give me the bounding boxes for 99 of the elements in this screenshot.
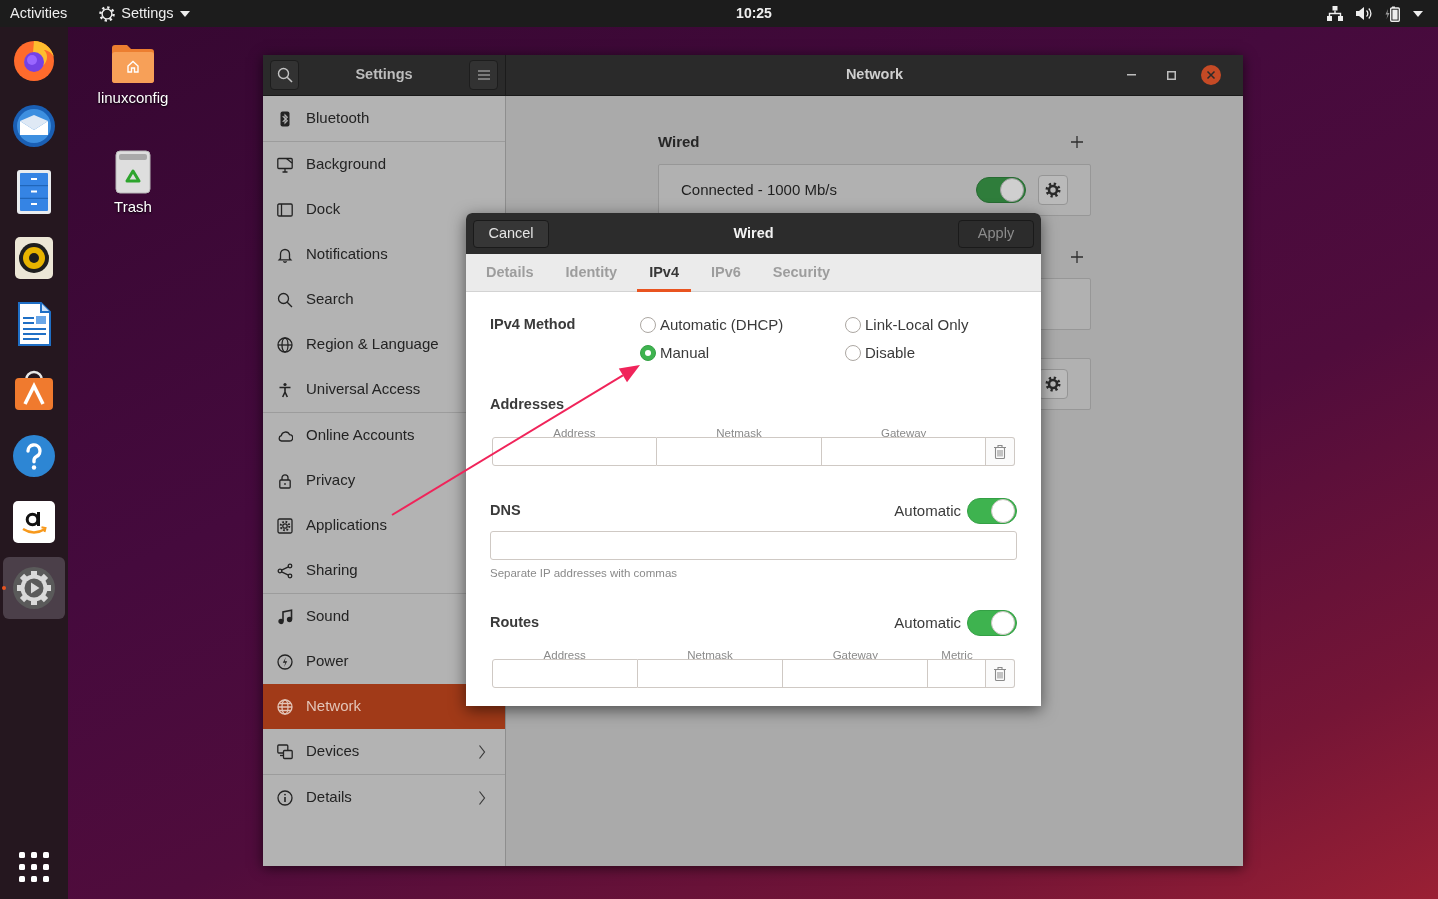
trash-icon [993, 665, 1007, 682]
sidebar-item[interactable]: Network [263, 684, 505, 729]
radio-button[interactable] [845, 317, 861, 333]
trash-bin-icon [115, 150, 151, 194]
window-title: Network [845, 65, 904, 85]
bluetooth-icon [277, 110, 293, 127]
caret-down-icon [1413, 10, 1423, 17]
gear-icon [1045, 376, 1061, 392]
section-heading: Addresses [490, 395, 566, 414]
menu-icon [477, 70, 490, 80]
switch-label: Automatic [894, 500, 961, 521]
network-icon [1327, 6, 1343, 21]
share-icon [277, 562, 293, 579]
plus-icon [1071, 136, 1083, 148]
menu-button[interactable] [469, 60, 498, 90]
column-header: Metric [941, 649, 973, 661]
caret-down-icon [179, 10, 190, 17]
input-field[interactable] [783, 659, 928, 688]
dialog-title: Wired [733, 223, 774, 243]
gear-icon [1045, 182, 1061, 198]
radio-button[interactable] [845, 345, 861, 361]
info-icon [277, 789, 293, 806]
maximize-icon [1166, 70, 1176, 80]
trash-icon [993, 443, 1007, 460]
toggle-switch[interactable] [967, 498, 1017, 524]
input-field[interactable] [657, 437, 822, 466]
connection-status: Connected - 1000 Mb/s [681, 179, 837, 200]
music-note-icon [277, 608, 293, 625]
sidebar-item[interactable]: Details [263, 775, 505, 820]
column-header: Gateway [832, 649, 878, 661]
radio-button[interactable] [640, 345, 656, 361]
help-icon [11, 433, 57, 479]
cancel-button[interactable]: Cancel [473, 219, 549, 248]
sidebar-item[interactable]: Power [263, 639, 505, 684]
folder-icon [110, 42, 156, 84]
dock-launcher[interactable] [3, 557, 65, 619]
toggle-switch[interactable] [976, 177, 1026, 203]
desktop-shortcut[interactable]: Trash [85, 150, 181, 219]
app-grid-icon[interactable] [19, 852, 49, 882]
sidebar-title: Settings [354, 65, 414, 85]
activities-button[interactable]: Activities [10, 2, 68, 25]
column-header: Netmask [687, 649, 733, 661]
search-icon [276, 67, 293, 83]
sidebar-item[interactable]: Privacy [263, 458, 505, 503]
bell-icon [277, 246, 293, 263]
radio-button[interactable] [640, 317, 656, 333]
lock-icon [277, 472, 293, 489]
hint-text: Separate IP addresses with commas [490, 566, 679, 580]
tab[interactable]: IPv4 [637, 254, 691, 292]
clock[interactable]: 10:25 [736, 3, 772, 24]
switch-label: Automatic [894, 612, 961, 633]
radio-label[interactable]: Link-Local Only [865, 313, 969, 337]
power-icon [277, 653, 293, 670]
column-header: Address [543, 649, 586, 661]
search-icon [277, 291, 293, 308]
toggle-switch[interactable] [967, 610, 1017, 636]
screens-icon [277, 743, 293, 760]
input-field[interactable] [490, 531, 1017, 560]
gear-icon [99, 5, 116, 22]
input-field[interactable] [492, 437, 658, 466]
sidebar-item[interactable]: Devices [263, 729, 505, 774]
sidebar-item[interactable]: Background [263, 142, 505, 187]
delete-button[interactable] [986, 659, 1015, 688]
gear-square-icon [277, 517, 293, 534]
desktop-shortcut[interactable]: linuxconfig [85, 42, 181, 110]
radio-label[interactable]: Automatic (DHCP) [660, 313, 784, 337]
input-field[interactable] [821, 437, 986, 466]
app-menu-button[interactable]: Settings [99, 2, 190, 25]
globe-icon [277, 698, 293, 715]
sidebar-item[interactable]: Online Accounts [263, 413, 505, 458]
monitor-icon [277, 156, 293, 173]
sidebar-item[interactable]: Bluetooth [263, 96, 505, 141]
volume-icon [1356, 6, 1372, 21]
shop-icon [11, 499, 57, 545]
settings-icon [11, 565, 57, 611]
input-field[interactable] [928, 659, 986, 688]
settings-button[interactable] [1038, 175, 1068, 205]
column-header: Address [553, 427, 596, 439]
minimize-icon [1126, 74, 1136, 76]
search-button[interactable] [270, 60, 299, 90]
person-icon [277, 381, 293, 398]
mail-icon [11, 103, 57, 149]
battery-icon [1385, 5, 1400, 22]
column-header: Gateway [881, 427, 927, 439]
column-header: Netmask [716, 427, 762, 439]
section-heading: Wired [658, 131, 700, 152]
input-field[interactable] [638, 659, 783, 688]
method-label: IPv4 Method [490, 315, 577, 334]
plus-icon [1071, 251, 1083, 263]
radio-label[interactable]: Disable [865, 341, 916, 365]
close-icon [1201, 65, 1221, 85]
system-menu-button[interactable] [1327, 5, 1423, 22]
radio-label[interactable]: Manual [660, 341, 710, 365]
input-field[interactable] [492, 659, 638, 688]
delete-button[interactable] [986, 437, 1015, 466]
section-heading: Routes [490, 613, 540, 633]
globe-icon [277, 336, 293, 353]
panel-layout-icon [277, 201, 293, 218]
section-heading: DNS [490, 501, 521, 521]
